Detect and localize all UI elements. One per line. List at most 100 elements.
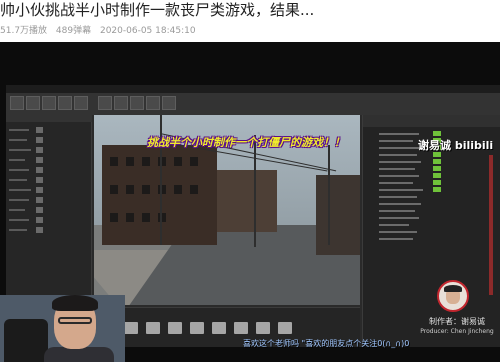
danmaku-comment: 喜欢这个老师吗 "喜欢的朋友点个关注0(∩_∩)0 (243, 339, 410, 348)
source-control-icon (26, 96, 40, 110)
outliner-row (379, 140, 413, 142)
outliner-row (379, 175, 419, 177)
outliner-row (379, 168, 415, 170)
utility-pole (254, 135, 256, 247)
settings-icon (74, 96, 88, 110)
outliner-row (379, 182, 413, 184)
gaming-chair (4, 319, 48, 362)
window (190, 157, 198, 166)
outliner-row (379, 147, 423, 149)
marketplace-icon (58, 96, 72, 110)
window (142, 185, 150, 194)
folder-icon (278, 322, 292, 334)
panel-row (9, 189, 31, 191)
presenter-hair (52, 295, 98, 311)
outliner-row (379, 238, 413, 240)
content-icon (42, 96, 56, 110)
panel-row (9, 219, 29, 221)
view-count: 51.7万播放 (0, 26, 48, 36)
outliner-row (379, 161, 421, 163)
outliner-row (379, 189, 423, 191)
editor-toolbar (6, 93, 500, 115)
visibility-icon (433, 166, 441, 171)
presenter-glasses (58, 317, 92, 324)
panel-row (9, 149, 31, 151)
publish-date: 2020-06-05 18:45:10 (99, 26, 196, 36)
producer-card: 制作者：谢易诚 Producer: Chen Jincheng (414, 280, 500, 342)
producer-avatar (437, 280, 469, 312)
actor-icon (36, 217, 43, 223)
panel-row (9, 139, 27, 141)
panel-row (9, 199, 29, 201)
cinematics-icon (114, 96, 128, 110)
actor-icon (36, 137, 43, 143)
folder-icon (146, 322, 160, 334)
panel-row (9, 129, 29, 131)
avatar-hair (444, 285, 462, 292)
webcam-overlay (0, 295, 125, 362)
actor-icon (36, 207, 43, 213)
presenter-body (44, 347, 114, 362)
channel-watermark: 谢易诚 bilibili (418, 139, 494, 152)
outliner-row (379, 196, 417, 198)
folder-icon (256, 322, 270, 334)
outliner-row (379, 224, 409, 226)
window (110, 213, 118, 222)
folder-icon (234, 322, 248, 334)
editor-side-strip (489, 155, 493, 295)
visibility-icon (433, 187, 441, 192)
panel-row (9, 159, 25, 161)
window (174, 185, 182, 194)
video-title: 帅小伙挑战半小时制作一款丧尸类游戏，结果... (0, 1, 315, 19)
launch-icon (162, 96, 176, 110)
video-player[interactable]: 挑战半个小时制作一个打僵尸的游戏！！ 谢易诚 bilibili 制作者：谢易诚 … (0, 42, 500, 362)
visibility-icon (433, 159, 441, 164)
modes-panel (6, 115, 92, 305)
window (110, 157, 118, 166)
actor-icon (36, 167, 43, 173)
street-lamp (328, 145, 330, 245)
producer-label-en: Producer: Chen Jincheng (420, 328, 494, 335)
window (110, 185, 118, 194)
folder-icon (212, 322, 226, 334)
window (174, 157, 182, 166)
modes-tab (6, 115, 92, 122)
panel-row (9, 179, 27, 181)
outliner-row (379, 231, 417, 233)
window (126, 185, 134, 194)
folder-icon (190, 322, 204, 334)
actor-icon (36, 127, 43, 133)
visibility-icon (433, 180, 441, 185)
panel-row (9, 169, 29, 171)
outliner-row (379, 217, 419, 219)
video-meta: 51.7万播放 489弹幕 2020-06-05 18:45:10 (0, 24, 202, 38)
build-icon (130, 96, 144, 110)
producer-label-cn: 制作者：谢易诚 (429, 317, 485, 326)
save-icon (10, 96, 24, 110)
actor-icon (36, 177, 43, 183)
visibility-icon (433, 173, 441, 178)
window (126, 213, 134, 222)
window (142, 157, 150, 166)
play-icon (146, 96, 160, 110)
blueprints-icon (98, 96, 112, 110)
brick-building (316, 175, 360, 255)
panel-row (9, 229, 27, 231)
folder-icon (168, 322, 182, 334)
window (126, 157, 134, 166)
actor-icon (36, 197, 43, 203)
outliner-row (379, 210, 415, 212)
actor-icon (36, 157, 43, 163)
editor-menubar (6, 85, 500, 93)
panel-row (9, 209, 25, 211)
actor-icon (36, 187, 43, 193)
folder-icon (124, 322, 138, 334)
visibility-icon (433, 131, 441, 136)
danmaku-count: 489弹幕 (55, 26, 92, 36)
outliner-row (379, 203, 421, 205)
actor-icon (36, 147, 43, 153)
brick-building (217, 170, 277, 232)
window (190, 185, 198, 194)
video-caption: 挑战半个小时制作一个打僵尸的游戏！！ (147, 136, 345, 149)
outliner-header (363, 115, 500, 127)
